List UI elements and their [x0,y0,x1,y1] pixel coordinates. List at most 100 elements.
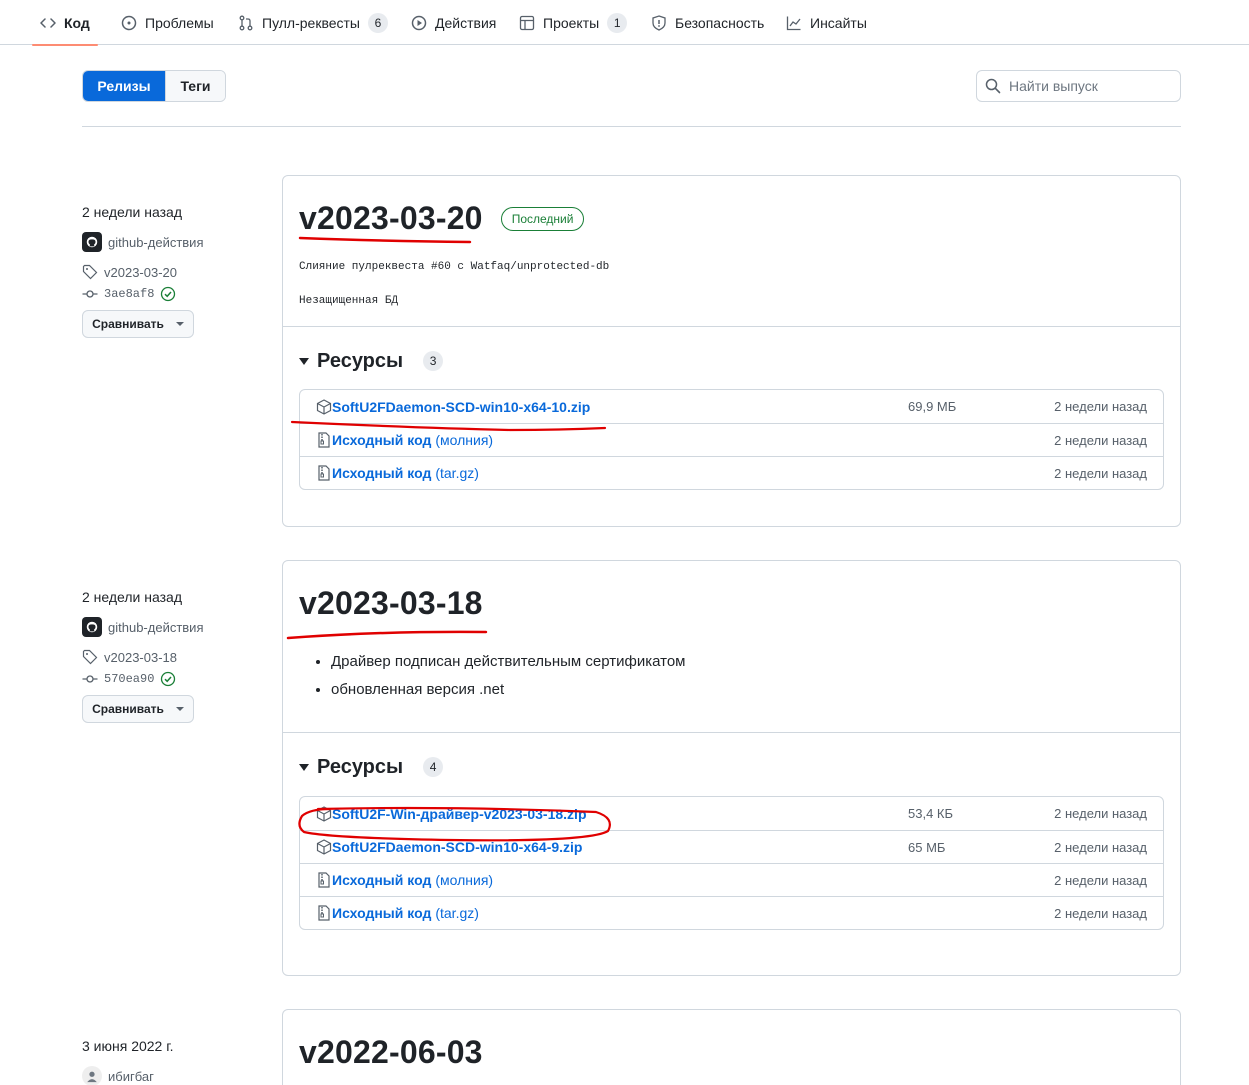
graph-icon [786,15,802,31]
tab-actions-label: Действия [435,14,497,31]
release-author[interactable]: github-действия [82,617,262,637]
asset-row[interactable]: Исходный код (tar.gz) 2 недели назад [300,896,1163,929]
release-tag-link[interactable]: v2023-03-20 [82,262,262,282]
git-pull-request-icon [238,15,254,31]
releases-tab-button[interactable]: Релизы [83,71,165,101]
tab-code[interactable]: Код [32,0,98,46]
asset-date: 2 недели назад [1054,872,1147,888]
release-meta: 2 недели назад github-действия v2023-03-… [82,587,262,723]
asset-row[interactable]: Исходный код (молния) 2 недели назад [300,863,1163,896]
asset-format[interactable]: (молния) [435,432,493,448]
asset-row[interactable]: Исходный код (tar.gz) 2 недели назад [300,456,1163,489]
asset-row[interactable]: SoftU2FDaemon-SCD-win10-x64-10.zip 69,9 … [300,390,1163,423]
asset-name[interactable]: Исходный код [332,432,431,448]
tab-pull-requests[interactable]: Пулл-реквесты 6 [238,0,388,45]
play-icon [411,15,427,31]
release-note-line: Слияние пулреквеста #60 с Watfaq/unprote… [299,261,610,273]
asset-name[interactable]: SoftU2F-Win-драйвер-v2023-03-18.zip [332,806,587,822]
assets-label: Ресурсы [317,755,404,778]
release-notes-list: Драйвер подписан действительным сертифик… [299,648,1164,704]
compare-button[interactable]: Сравнивать [82,310,194,338]
asset-date: 2 недели назад [1054,806,1147,821]
compare-label: Сравнивать [92,702,164,716]
asset-size: 53,4 КБ [908,806,954,821]
repo-nav: Код Проблемы Пулл-реквесты 6 Действия Пр… [0,0,1249,46]
tab-security[interactable]: Безопасность [651,0,764,45]
issue-opened-icon [121,15,137,31]
release-date: 2 недели назад [82,589,182,605]
package-icon [316,805,332,822]
asset-name[interactable]: Исходный код [332,905,431,921]
file-zip-icon [316,905,332,921]
package-icon [316,398,332,415]
search-input[interactable] [1009,78,1169,94]
release-author[interactable]: ибигбаг [82,1066,262,1085]
asset-name[interactable]: SoftU2FDaemon-SCD-win10-x64-9.zip [332,839,582,855]
assets-toggle[interactable]: Ресурсы 4 [299,753,1164,781]
tab-issues-label: Проблемы [145,14,214,31]
chevron-down-icon [175,707,184,711]
asset-size: 65 МБ [908,839,946,855]
code-icon [40,15,56,31]
release-commit-link[interactable]: 570ea90 [82,669,262,689]
tab-actions[interactable]: Действия [411,0,496,45]
asset-name[interactable]: Исходный код [332,872,431,888]
tags-tab-button[interactable]: Теги [165,71,225,101]
assets-label: Ресурсы [317,349,404,372]
toolbar-divider [82,126,1181,127]
tab-projects[interactable]: Проекты 1 [519,0,628,45]
release-meta: 3 июня 2022 г. ибигбаг [82,1036,262,1085]
commit-sha: 3ae8af8 [104,287,155,301]
asset-format[interactable]: (tar.gz) [435,465,479,481]
github-mark-icon [82,617,102,637]
release-title[interactable]: v2022-06-03 [299,1034,1164,1071]
release-title[interactable]: v2023-03-20 [299,200,483,237]
release-title[interactable]: v2023-03-18 [299,585,1164,622]
assets-toggle[interactable]: Ресурсы 3 [299,347,1164,375]
asset-name[interactable]: SoftU2FDaemon-SCD-win10-x64-10.zip [332,399,590,415]
assets-count: 4 [423,757,444,777]
commit-sha: 570ea90 [104,672,155,686]
asset-row[interactable]: SoftU2F-Win-драйвер-v2023-03-18.zip 53,4… [300,797,1163,830]
release-meta: 2 недели назад github-действия v2023-03-… [82,202,262,338]
tab-insights[interactable]: Инсайты [786,0,867,45]
triangle-down-icon [299,763,309,771]
release-card: v2023-03-18 Драйвер подписан действитель… [282,560,1181,976]
asset-date: 2 недели назад [1054,432,1147,448]
assets-list: SoftU2F-Win-драйвер-v2023-03-18.zip 53,4… [299,796,1164,930]
releases-tags-toggle: Релизы Теги [82,70,226,102]
triangle-down-icon [299,357,309,365]
shield-icon [651,14,667,31]
asset-date: 2 недели назад [1054,399,1147,414]
release-card: v2022-06-03 [282,1009,1181,1085]
asset-format[interactable]: (молния) [435,872,493,888]
release-note-line: Незащищенная БД [299,295,399,307]
file-zip-icon [316,872,332,888]
release-card: v2023-03-20 Последний Слияние пулреквест… [282,175,1181,527]
release-date: 3 июня 2022 г. [82,1038,174,1054]
tab-pull-requests-label: Пулл-реквесты [262,14,360,31]
asset-date: 2 недели назад [1054,905,1147,921]
projects-count: 1 [607,12,628,33]
user-avatar [82,1066,102,1085]
release-commit-link[interactable]: 3ae8af8 [82,284,262,304]
tag-name: v2023-03-20 [104,264,177,280]
asset-size: 69,9 МБ [908,399,957,414]
asset-row[interactable]: Исходный код (молния) 2 недели назад [300,423,1163,456]
card-divider [283,326,1180,327]
git-commit-icon [82,286,98,302]
file-zip-icon [316,432,332,448]
asset-format[interactable]: (tar.gz) [435,905,479,921]
asset-row[interactable]: SoftU2FDaemon-SCD-win10-x64-9.zip 65 МБ … [300,830,1163,863]
compare-button[interactable]: Сравнивать [82,695,194,723]
release-tag-link[interactable]: v2023-03-18 [82,647,262,667]
asset-name[interactable]: Исходный код [332,465,431,481]
search-icon [985,78,1001,94]
tag-icon [82,264,98,280]
author-name: ибигбаг [108,1068,154,1084]
compare-label: Сравнивать [92,317,164,331]
latest-badge: Последний [500,206,585,231]
tab-issues[interactable]: Проблемы [121,0,214,45]
release-author[interactable]: github-действия [82,232,262,252]
verified-check-icon [160,286,176,302]
